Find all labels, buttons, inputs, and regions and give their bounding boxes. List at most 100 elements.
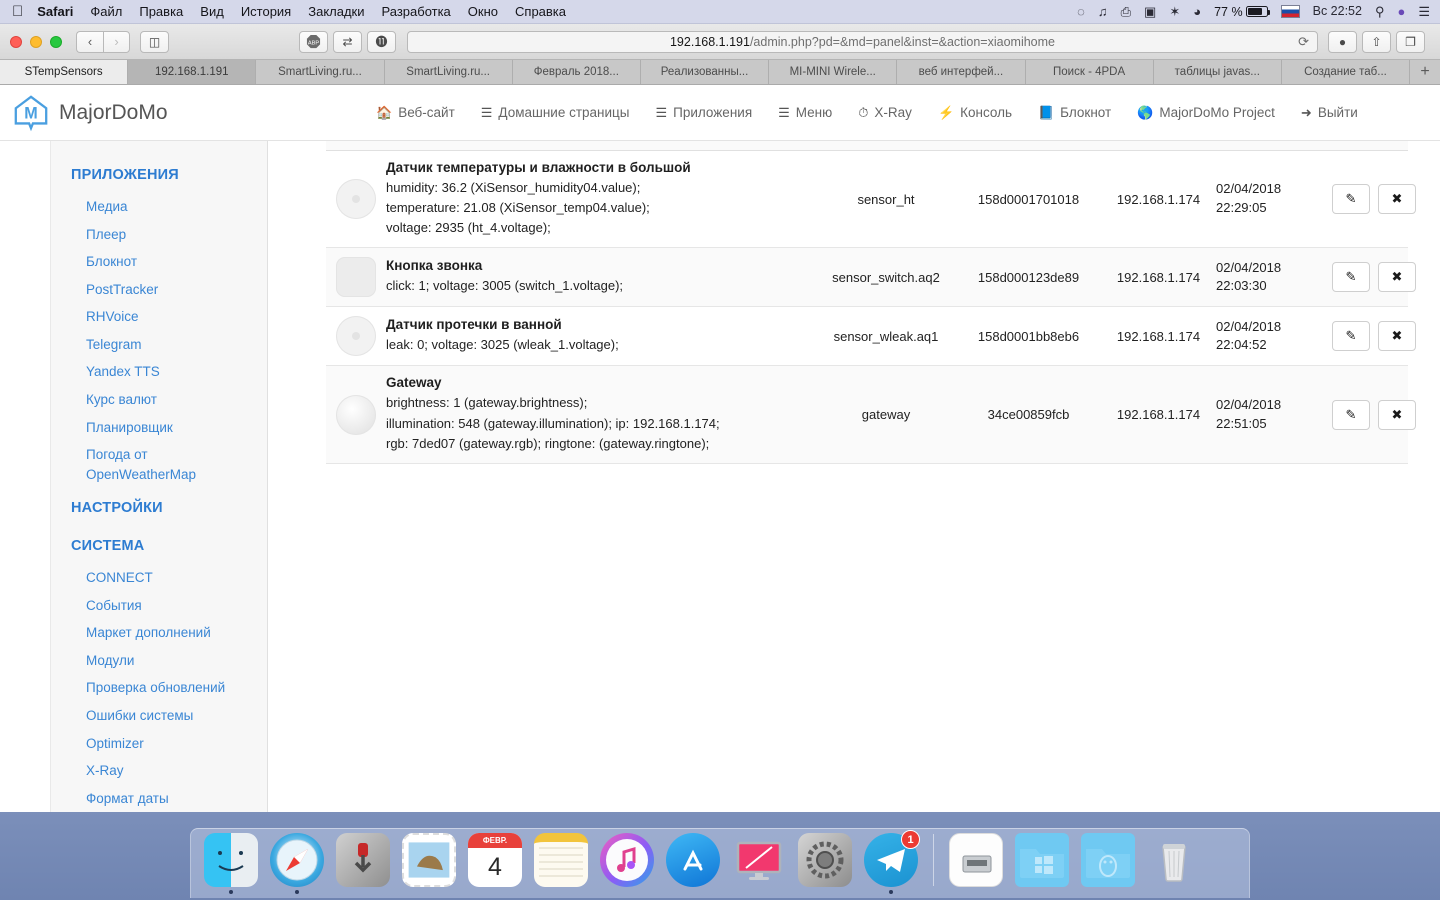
- menu-item-develop[interactable]: Разработка: [382, 4, 451, 19]
- sidebar-item-date-format[interactable]: Формат даты: [51, 785, 267, 812]
- sidebar-item-media[interactable]: Медиа: [51, 193, 267, 221]
- nav-item-home-pages[interactable]: ☰ Домашние страницы: [481, 105, 630, 121]
- browser-tab[interactable]: Поиск - 4PDA: [1025, 60, 1154, 84]
- downloads-icon[interactable]: ●: [1328, 30, 1357, 53]
- sync-tabs-icon[interactable]: ⇄: [333, 30, 362, 53]
- sidebar-item-modules[interactable]: Модули: [51, 647, 267, 675]
- ghostery-icon[interactable]: ⓫: [367, 30, 396, 53]
- creative-cloud-icon[interactable]: ◌: [1077, 5, 1085, 18]
- dock-item-telegram[interactable]: 1: [861, 830, 921, 894]
- dock-item-system-preferences[interactable]: [795, 832, 855, 894]
- sidebar-toggle-icon[interactable]: ◫: [140, 30, 169, 53]
- wifi-icon[interactable]: ◕: [1193, 5, 1201, 18]
- dock-item-windows-folder[interactable]: [1012, 832, 1072, 894]
- nav-item-logout[interactable]: ➜ Выйти: [1301, 105, 1358, 121]
- address-bar[interactable]: 192.168.1.191/admin.php?pd=&md=panel&ins…: [407, 30, 1318, 53]
- new-tab-button[interactable]: +: [1410, 60, 1440, 84]
- sidebar-item-yandex-tts[interactable]: Yandex TTS: [51, 358, 267, 386]
- sidebar-item-posttracker[interactable]: PostTracker: [51, 276, 267, 304]
- sidebar-item-telegram[interactable]: Telegram: [51, 331, 267, 359]
- dock-item-transmission[interactable]: [333, 832, 393, 894]
- menu-bar-clock[interactable]: Вс 22:52: [1313, 5, 1362, 18]
- nav-item-console[interactable]: ⚡ Консоль: [938, 105, 1012, 121]
- browser-tab[interactable]: Реализованны...: [640, 60, 770, 84]
- close-window-button[interactable]: [10, 35, 22, 48]
- battery-status[interactable]: 77 %: [1214, 5, 1271, 19]
- dock-item-screen-sharing[interactable]: [729, 832, 789, 894]
- keyboard-viewer-icon[interactable]: ⎙: [1121, 5, 1131, 18]
- menu-item-safari[interactable]: Safari: [37, 4, 73, 19]
- dock-item-finder[interactable]: [201, 832, 261, 894]
- nav-item-majordomo-project[interactable]: 🌎 MajorDoMo Project: [1137, 105, 1275, 121]
- delete-device-button[interactable]: ✖: [1378, 399, 1416, 430]
- browser-tab[interactable]: таблицы javas...: [1153, 60, 1282, 84]
- sidebar-item-xray[interactable]: X-Ray: [51, 757, 267, 785]
- sidebar-item-scheduler[interactable]: Планировщик: [51, 414, 267, 442]
- menu-item-edit[interactable]: Правка: [139, 4, 183, 19]
- sidebar-item-optimizer[interactable]: Optimizer: [51, 730, 267, 758]
- table-row[interactable]: Датчик температуры и влажности в большой…: [326, 151, 1416, 249]
- dock-item-mail[interactable]: [399, 832, 459, 894]
- menu-item-file[interactable]: Файл: [90, 4, 122, 19]
- minimize-window-button[interactable]: [30, 35, 42, 48]
- siri-icon[interactable]: ●: [1397, 5, 1405, 18]
- menu-item-window[interactable]: Окно: [468, 4, 498, 19]
- brand-logo[interactable]: M MajorDoMo: [0, 94, 300, 132]
- edit-device-button[interactable]: ✎: [1332, 321, 1370, 352]
- sidebar-item-rhvoice[interactable]: RHVoice: [51, 303, 267, 331]
- browser-tab[interactable]: Создание таб...: [1281, 60, 1411, 84]
- table-row[interactable]: Датчик протечки в ванной leak: 0; voltag…: [326, 307, 1416, 367]
- table-row[interactable]: Gateway brightness: 1 (gateway.brightnes…: [326, 366, 1416, 464]
- sidebar-item-notepad[interactable]: Блокнот: [51, 248, 267, 276]
- back-arrow-icon[interactable]: ‹: [76, 30, 103, 53]
- sidebar-item-events[interactable]: События: [51, 592, 267, 620]
- nav-item-menu[interactable]: ☰ Меню: [778, 105, 832, 121]
- delete-device-button[interactable]: ✖: [1378, 321, 1416, 352]
- ru-flag-icon[interactable]: [1280, 5, 1300, 18]
- spotlight-search-icon[interactable]: ⚲: [1375, 5, 1385, 18]
- airplay-icon[interactable]: ▣: [1144, 5, 1156, 18]
- browser-tab[interactable]: MI-MINI Wirele...: [769, 60, 898, 84]
- maximize-window-button[interactable]: [50, 35, 62, 48]
- browser-tab[interactable]: SmartLiving.ru...: [256, 60, 385, 84]
- menu-item-bookmarks[interactable]: Закладки: [308, 4, 364, 19]
- dock-item-itunes[interactable]: [597, 832, 657, 894]
- edit-device-button[interactable]: ✎: [1332, 262, 1370, 293]
- menu-item-help[interactable]: Справка: [515, 4, 566, 19]
- browser-tab[interactable]: веб интерфей...: [897, 60, 1026, 84]
- browser-tab[interactable]: SmartLiving.ru...: [384, 60, 513, 84]
- dock-item-calendar[interactable]: ФЕВР. 4: [465, 832, 525, 894]
- reload-icon[interactable]: ⟳: [1298, 34, 1309, 50]
- dock-item-disk-image[interactable]: [946, 832, 1006, 894]
- sidebar-item-openweathermap[interactable]: Погода от OpenWeatherMap: [51, 441, 196, 488]
- soundflower-icon[interactable]: ♫: [1098, 5, 1108, 18]
- apple-menu-icon[interactable]: : [12, 4, 23, 19]
- sidebar-item-system-errors[interactable]: Ошибки системы: [51, 702, 267, 730]
- nav-item-xray[interactable]: ⏱ X-Ray: [858, 105, 912, 121]
- notification-center-icon[interactable]: ☰: [1418, 5, 1430, 18]
- adblock-plus-icon[interactable]: ABP: [299, 30, 328, 53]
- menu-item-history[interactable]: История: [241, 4, 291, 19]
- menu-item-view[interactable]: Вид: [200, 4, 224, 19]
- dock-item-notes[interactable]: [531, 832, 591, 894]
- sidebar-item-connect[interactable]: CONNECT: [51, 564, 267, 592]
- browser-tab[interactable]: 192.168.1.191: [128, 60, 257, 84]
- browser-tab[interactable]: STempSensors: [0, 60, 129, 84]
- dock-item-app-store[interactable]: [663, 832, 723, 894]
- share-icon[interactable]: ⇧: [1362, 30, 1391, 53]
- browser-tab[interactable]: Февраль 2018...: [512, 60, 641, 84]
- table-row[interactable]: Кнопка звонка click: 1; voltage: 3005 (s…: [326, 248, 1416, 308]
- show-all-tabs-icon[interactable]: ❐: [1396, 30, 1425, 53]
- sidebar-item-currency-rates[interactable]: Курс валют: [51, 386, 267, 414]
- dock-item-safari[interactable]: [267, 832, 327, 894]
- delete-device-button[interactable]: ✖: [1378, 184, 1416, 215]
- sidebar-item-check-updates[interactable]: Проверка обновлений: [51, 674, 267, 702]
- delete-device-button[interactable]: ✖: [1378, 262, 1416, 293]
- nav-item-notepad[interactable]: 📘 Блокнот: [1038, 105, 1111, 121]
- bluetooth-icon[interactable]: ✶: [1169, 5, 1180, 18]
- forward-arrow-icon[interactable]: ›: [103, 30, 130, 53]
- dock-item-trash[interactable]: [1144, 832, 1204, 894]
- sidebar-item-addons-market[interactable]: Маркет дополнений: [51, 619, 267, 647]
- nav-item-website[interactable]: 🏠 Веб-сайт: [376, 105, 455, 121]
- dock-item-linux-folder[interactable]: [1078, 832, 1138, 894]
